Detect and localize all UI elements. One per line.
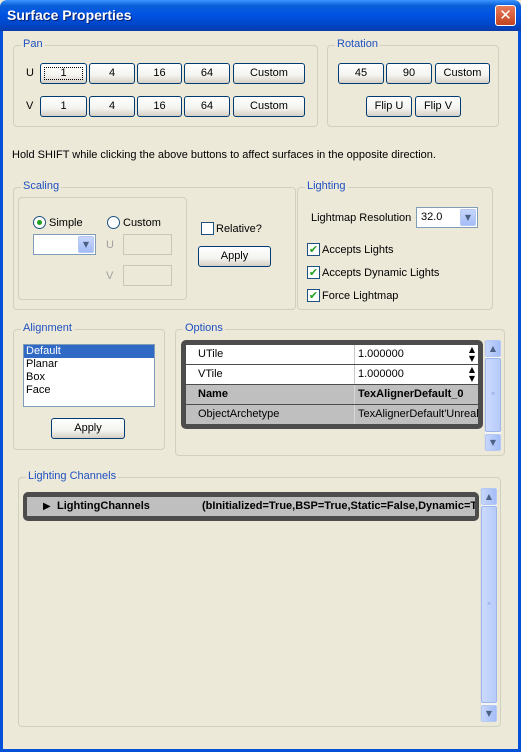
pan-group-label: Pan — [21, 38, 45, 50]
options-group-label: Options — [183, 322, 225, 334]
rotation-group: Rotation — [327, 38, 499, 127]
property-name: Name — [198, 388, 228, 400]
check-icon: ✔ — [308, 243, 319, 256]
property-name: VTile — [198, 368, 223, 380]
force-lightmap-checkbox[interactable]: ✔ — [307, 289, 320, 302]
accepts-lights-label: Accepts Lights — [322, 244, 394, 256]
alignment-group-label: Alignment — [21, 322, 74, 334]
pan-u-16-button[interactable]: 16 — [137, 63, 182, 84]
lightmap-resolution-value: 32.0 — [421, 211, 443, 223]
accepts-dynamic-lights-checkbox[interactable]: ✔ — [307, 266, 320, 279]
pan-u-1-button[interactable]: 1 — [40, 63, 87, 84]
spin-up-icon[interactable]: ▲ — [469, 365, 475, 374]
relative-checkbox[interactable] — [201, 222, 214, 235]
pan-v-4-button[interactable]: 4 — [89, 96, 135, 117]
scroll-up-icon[interactable]: ▲ — [485, 340, 501, 357]
simple-radio[interactable] — [33, 216, 46, 229]
scale-v-label: V — [106, 270, 114, 282]
custom-radio[interactable] — [107, 216, 120, 229]
scale-v-field[interactable] — [123, 265, 172, 286]
relative-checkbox-label: Relative? — [216, 223, 262, 235]
property-name: ObjectArchetype — [198, 408, 280, 420]
rotation-90-button[interactable]: 90 — [386, 63, 432, 84]
scaling-apply-button[interactable]: Apply — [198, 246, 271, 267]
alignment-item-default[interactable]: Default — [24, 345, 154, 358]
shift-hint-text: Hold SHIFT while clicking the above butt… — [12, 149, 436, 161]
rotation-45-button[interactable]: 45 — [338, 63, 384, 84]
scaling-group-label: Scaling — [21, 180, 62, 192]
property-row-objectarchetype[interactable]: ObjectArchetype TexAlignerDefault'Unreal… — [186, 405, 478, 424]
property-row-name[interactable]: Name TexAlignerDefault_0 — [186, 385, 478, 404]
lighting-channels-scrollbar[interactable]: ▲ ≡ ▼ — [480, 488, 497, 722]
alignment-item-planar[interactable]: Planar — [24, 358, 154, 371]
property-name: UTile — [198, 348, 224, 360]
rotation-group-label: Rotation — [335, 38, 380, 50]
lighting-channels-property-grid: ▶ LightingChannels (bInitialized=True,BS… — [23, 492, 479, 521]
lighting-group-label: Lighting — [305, 180, 348, 192]
alignment-listbox[interactable]: Default Planar Box Face — [23, 344, 155, 407]
lightmap-resolution-dropdown[interactable]: 32.0 ▼ — [416, 207, 478, 228]
alignment-item-face[interactable]: Face — [24, 384, 154, 397]
lightmap-resolution-label: Lightmap Resolution — [311, 212, 412, 224]
pan-u-4-button[interactable]: 4 — [89, 63, 135, 84]
property-value[interactable]: TexAlignerDefault'UnrealEd.Default__TexA… — [355, 405, 478, 424]
pan-v-64-button[interactable]: 64 — [184, 96, 230, 117]
property-value[interactable]: TexAlignerDefault_0 — [355, 385, 478, 404]
property-value[interactable]: 1.000000 — [355, 345, 463, 364]
pan-v-16-button[interactable]: 16 — [137, 96, 182, 117]
options-scrollbar[interactable]: ▲ ≡ ▼ — [484, 340, 501, 451]
scale-u-label: U — [106, 239, 114, 251]
pan-v-custom-button[interactable]: Custom — [233, 96, 305, 117]
flip-u-button[interactable]: Flip U — [366, 96, 412, 117]
check-icon: ✔ — [308, 289, 319, 302]
alignment-item-box[interactable]: Box — [24, 371, 154, 384]
rotation-custom-button[interactable]: Custom — [435, 63, 490, 84]
flip-v-button[interactable]: Flip V — [415, 96, 461, 117]
chevron-down-icon: ▼ — [78, 236, 94, 253]
pan-u-label: U — [26, 67, 34, 79]
scroll-down-icon[interactable]: ▼ — [481, 705, 497, 722]
spin-up-icon[interactable]: ▲ — [469, 345, 475, 354]
pan-v-label: V — [26, 100, 34, 112]
scroll-down-icon[interactable]: ▼ — [485, 434, 501, 451]
expand-icon[interactable]: ▶ — [43, 497, 51, 516]
alignment-apply-button[interactable]: Apply — [51, 418, 125, 439]
title-bar[interactable]: Surface Properties ✕ — [0, 0, 521, 31]
pan-u-64-button[interactable]: 64 — [184, 63, 230, 84]
scaling-preset-dropdown[interactable]: ▼ — [33, 234, 96, 255]
scroll-thumb[interactable]: ≡ — [481, 506, 497, 703]
scroll-thumb[interactable]: ≡ — [485, 358, 501, 432]
property-row-vtile[interactable]: VTile 1.000000 ▲ ▼ — [186, 365, 478, 384]
close-button[interactable]: ✕ — [495, 5, 516, 26]
accepts-lights-checkbox[interactable]: ✔ — [307, 243, 320, 256]
close-icon: ✕ — [499, 6, 512, 24]
spin-down-icon[interactable]: ▼ — [469, 354, 475, 363]
pan-u-custom-button[interactable]: Custom — [233, 63, 305, 84]
custom-radio-label: Custom — [123, 217, 161, 229]
property-row-utile[interactable]: UTile 1.000000 ▲ ▼ — [186, 345, 478, 364]
simple-radio-label: Simple — [49, 217, 83, 229]
check-icon: ✔ — [308, 266, 319, 279]
scale-u-field[interactable] — [123, 234, 172, 255]
options-property-grid: UTile 1.000000 ▲ ▼ VTile 1.000000 ▲ ▼ Na… — [181, 340, 483, 429]
property-value[interactable]: 1.000000 — [355, 365, 463, 384]
pan-v-1-button[interactable]: 1 — [40, 96, 87, 117]
accepts-dynamic-lights-label: Accepts Dynamic Lights — [322, 267, 440, 279]
window-title: Surface Properties — [7, 7, 132, 23]
force-lightmap-label: Force Lightmap — [322, 290, 399, 302]
spin-down-icon[interactable]: ▼ — [469, 374, 475, 383]
property-name: LightingChannels — [57, 500, 150, 512]
lighting-channels-row[interactable]: ▶ LightingChannels (bInitialized=True,BS… — [27, 497, 475, 516]
lighting-channels-group-label: Lighting Channels — [26, 470, 119, 482]
chevron-down-icon: ▼ — [460, 209, 476, 226]
property-value[interactable]: (bInitialized=True,BSP=True,Static=False… — [199, 497, 475, 516]
scroll-up-icon[interactable]: ▲ — [481, 488, 497, 505]
